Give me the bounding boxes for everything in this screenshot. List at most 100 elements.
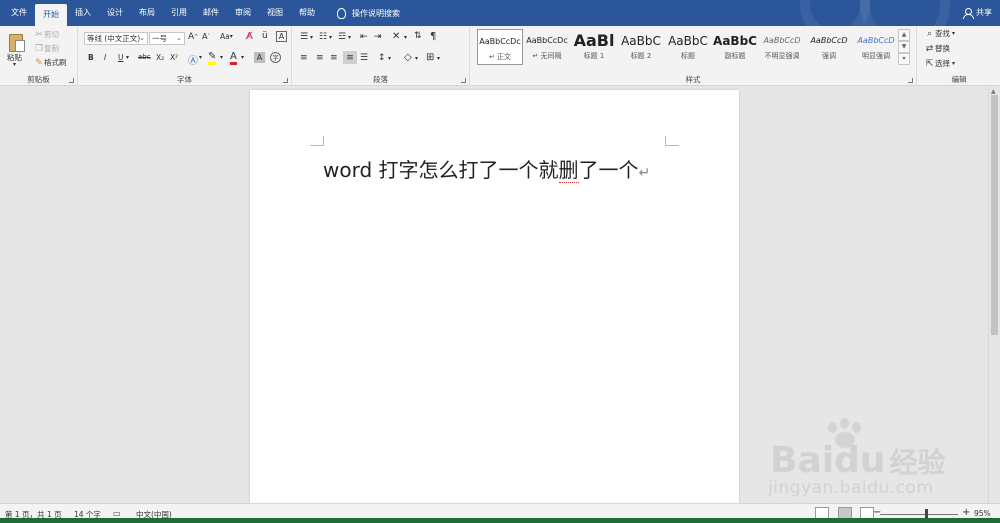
chevron-down-icon[interactable]: ▾ (388, 55, 391, 62)
chevron-down-icon[interactable]: ▾ (310, 34, 313, 41)
change-case-label: Aa (220, 32, 230, 41)
line-spacing-icon[interactable]: ↕ (378, 53, 386, 63)
distributed-icon[interactable]: ☰ (360, 53, 368, 63)
dialog-launcher-icon[interactable] (461, 78, 466, 83)
chevron-down-icon[interactable]: ▾ (220, 54, 223, 61)
style-title[interactable]: AaBbC 标题 (665, 29, 711, 65)
style-normal[interactable]: AaBbCcDc ↵ 正文 (477, 29, 523, 65)
bullets-icon[interactable]: ☰ (300, 32, 308, 42)
chevron-down-icon[interactable]: ▾ (415, 55, 418, 62)
chevron-up-icon[interactable]: ▲ (898, 29, 910, 41)
borders-icon[interactable]: ⊞ (426, 52, 434, 63)
lightbulb-icon (337, 7, 346, 19)
chevron-down-icon[interactable]: ▾ (404, 34, 407, 41)
chevron-down-icon[interactable]: ▾ (348, 34, 351, 41)
align-center-icon[interactable]: ≡ (316, 53, 324, 63)
margin-corner-mark (665, 136, 679, 146)
char-border-icon[interactable]: A (276, 31, 287, 42)
chevron-down-icon[interactable]: ▾ (329, 34, 332, 41)
tab-file[interactable]: 文件 (3, 0, 35, 26)
font-size-combo[interactable]: 一号 ⌄ (149, 32, 185, 45)
style-name: 不明显强调 (764, 52, 800, 60)
zoom-level[interactable]: 95% (974, 509, 991, 518)
text-effects-icon[interactable]: Ⓐ (188, 52, 198, 67)
tab-layout[interactable]: 布局 (131, 0, 163, 26)
scroll-up-icon[interactable]: ▲ (991, 88, 996, 95)
numbering-icon[interactable]: ☷ (319, 32, 327, 42)
style-preview: AaBbC (668, 34, 708, 48)
paintbrush-icon: ✎ (35, 57, 43, 68)
asian-layout-icon[interactable]: ✕ (392, 31, 400, 42)
proofing-icon[interactable]: ▭ (113, 509, 121, 518)
tab-home[interactable]: 开始 (35, 4, 67, 26)
tab-insert[interactable]: 插入 (67, 0, 99, 26)
increase-indent-icon[interactable]: ⇥ (374, 32, 382, 42)
zoom-slider[interactable] (880, 514, 958, 515)
vertical-scrollbar[interactable]: ▲ (988, 87, 1000, 503)
share-button[interactable]: 共享 (963, 0, 992, 26)
bold-button[interactable]: B (88, 53, 94, 62)
chevron-down-icon[interactable]: ▾ (437, 55, 440, 62)
baidu-watermark: Baidu 经验 jingyan.baidu.com (766, 418, 986, 503)
grow-font-button[interactable]: A ^ (188, 32, 198, 42)
style-subtle-emphasis[interactable]: AaBbCcD 不明显强调 (759, 29, 805, 65)
change-case-button[interactable]: Aa ▾ (220, 32, 233, 41)
tab-help[interactable]: 帮助 (291, 0, 323, 26)
tab-view[interactable]: 视图 (259, 0, 291, 26)
tab-design[interactable]: 设计 (99, 0, 131, 26)
tab-review[interactable]: 审阅 (227, 0, 259, 26)
show-marks-icon[interactable]: ¶ (430, 31, 436, 42)
multilevel-list-icon[interactable]: ☲ (338, 32, 346, 42)
char-shading-icon[interactable]: A (254, 52, 265, 63)
select-button[interactable]: ⇱ 选择 ▾ (924, 58, 955, 69)
shading-icon[interactable]: ◇ (404, 52, 412, 63)
underline-button[interactable]: U (118, 53, 124, 62)
tell-me-search[interactable]: 操作说明搜索 (337, 7, 400, 19)
styles-group-label: 样式 (685, 75, 701, 84)
chevron-down-icon[interactable]: ▼ (898, 41, 910, 53)
chevron-down-icon[interactable]: ▾ (241, 54, 244, 61)
style-subtitle[interactable]: AaBbC 副标题 (712, 29, 758, 65)
italic-button[interactable]: I (104, 53, 106, 62)
dialog-launcher-icon[interactable] (69, 78, 74, 83)
align-right-icon[interactable]: ≡ (330, 53, 338, 63)
strikethrough-button[interactable]: abc (138, 53, 151, 61)
style-intense-emphasis[interactable]: AaBbCcD 明显强调 (853, 29, 899, 65)
copy-button[interactable]: ❐ 复制 (34, 43, 59, 54)
sort-icon[interactable]: ⇅ (414, 31, 422, 41)
format-painter-button[interactable]: ✎ 格式刷 (34, 57, 66, 68)
dialog-launcher-icon[interactable] (283, 78, 288, 83)
tab-mailings[interactable]: 邮件 (195, 0, 227, 26)
document-page[interactable]: word 打字怎么打了一个就删了一个↵ (250, 90, 739, 503)
zoom-in-button[interactable]: + (962, 507, 970, 518)
tab-references[interactable]: 引用 (163, 0, 195, 26)
clear-format-icon[interactable]: A̸ (246, 31, 253, 42)
decrease-indent-icon[interactable]: ⇤ (360, 32, 368, 42)
highlight-icon[interactable]: ✎ (208, 51, 217, 65)
style-emphasis[interactable]: AaBbCcD 强调 (806, 29, 852, 65)
font-color-button[interactable]: A (230, 51, 237, 65)
enclose-char-icon[interactable]: 字 (270, 52, 281, 63)
chevron-down-icon[interactable]: ▾ (126, 54, 129, 61)
style-heading-1[interactable]: AaBl 标题 1 (571, 29, 617, 65)
superscript-button[interactable]: X² (170, 53, 178, 62)
dialog-launcher-icon[interactable] (908, 78, 913, 83)
subscript-button[interactable]: X₂ (156, 53, 164, 62)
shrink-font-button[interactable]: Aˇ (202, 32, 210, 41)
style-heading-2[interactable]: AaBbC 标题 2 (618, 29, 664, 65)
style-preview: AaBbC (621, 34, 661, 48)
paste-button[interactable]: 粘贴 ▾ (4, 28, 30, 70)
zoom-out-button[interactable]: − (873, 507, 881, 518)
replace-button[interactable]: ⇄ 替换 (924, 43, 950, 54)
scrollbar-thumb[interactable] (991, 95, 998, 335)
align-left-icon[interactable]: ≡ (300, 53, 308, 63)
font-name-combo[interactable]: 等线 (中文正文) ⌄ (84, 32, 148, 45)
find-button[interactable]: ⌕ 查找 ▾ (924, 28, 955, 39)
style-no-spacing[interactable]: AaBbCcDc ↵ 无间隔 (524, 29, 570, 65)
justify-icon[interactable]: ≡ (343, 51, 357, 64)
cut-button[interactable]: ✂ 剪切 (34, 29, 59, 40)
chevron-down-icon[interactable]: ▾ (199, 54, 202, 61)
document-text[interactable]: word 打字怎么打了一个就删了一个↵ (323, 154, 650, 183)
more-styles-icon[interactable]: ▾ (898, 53, 910, 65)
phonetic-guide-icon[interactable]: ü (262, 31, 268, 41)
